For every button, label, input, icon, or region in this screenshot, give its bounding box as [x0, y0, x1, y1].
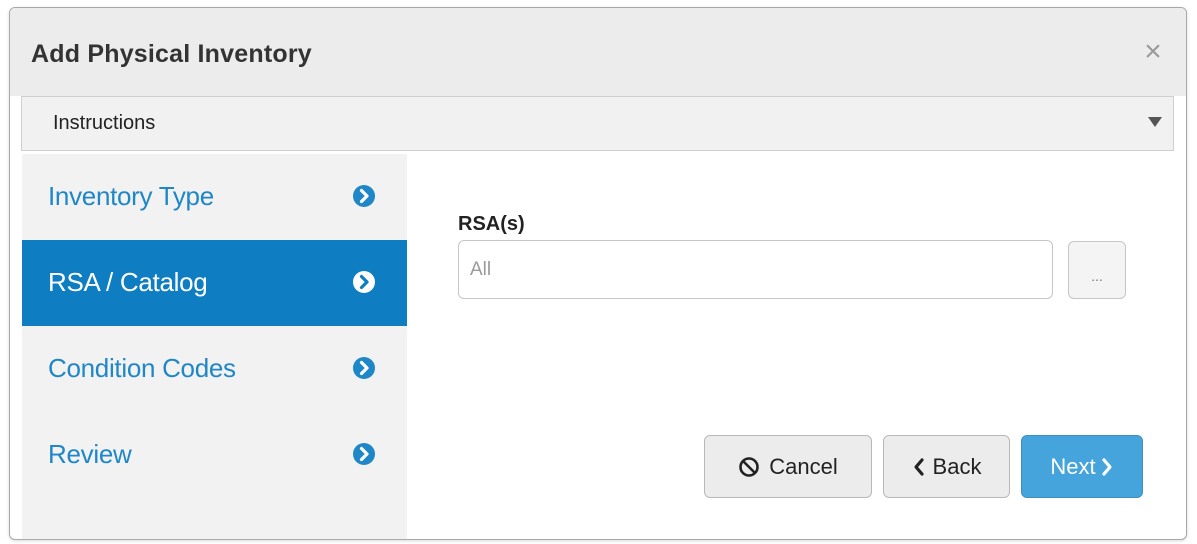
- next-button[interactable]: Next: [1021, 435, 1143, 498]
- step-label: Inventory Type: [48, 181, 214, 211]
- rsa-lookup-button[interactable]: ...: [1068, 241, 1126, 299]
- back-label: Back: [932, 453, 982, 479]
- ban-icon: [739, 456, 760, 477]
- add-physical-inventory-dialog: Add Physical Inventory × Instructions In…: [9, 7, 1187, 540]
- chevron-right-circle-icon: [353, 443, 375, 465]
- wizard-steps-sidebar: Inventory Type RSA / Catalog Condition C…: [22, 154, 407, 539]
- close-icon[interactable]: ×: [1140, 37, 1166, 67]
- instructions-label: Instructions: [53, 112, 156, 134]
- step-condition-codes[interactable]: Condition Codes: [22, 326, 407, 412]
- step-inventory-type[interactable]: Inventory Type: [22, 154, 407, 240]
- instructions-panel-header[interactable]: Instructions: [21, 96, 1174, 151]
- chevron-right-circle-icon: [353, 357, 375, 379]
- cancel-button[interactable]: Cancel: [704, 435, 872, 498]
- next-label: Next: [1050, 453, 1096, 479]
- chevron-right-icon: [1102, 457, 1112, 476]
- cancel-label: Cancel: [769, 453, 838, 479]
- dialog-titlebar: Add Physical Inventory ×: [10, 8, 1186, 96]
- dialog-title: Add Physical Inventory: [31, 40, 312, 68]
- step-label: Condition Codes: [48, 353, 236, 383]
- step-label: Review: [48, 439, 132, 469]
- rsa-input[interactable]: [458, 240, 1053, 299]
- caret-down-icon: [1148, 117, 1162, 127]
- step-label: RSA / Catalog: [48, 267, 208, 297]
- chevron-right-circle-icon: [353, 271, 375, 293]
- chevron-left-icon: [913, 457, 924, 476]
- rsa-field-label: RSA(s): [458, 213, 525, 235]
- step-rsa-catalog[interactable]: RSA / Catalog: [22, 240, 407, 326]
- back-button[interactable]: Back: [883, 435, 1010, 498]
- step-review[interactable]: Review: [22, 412, 407, 498]
- chevron-right-circle-icon: [353, 185, 375, 207]
